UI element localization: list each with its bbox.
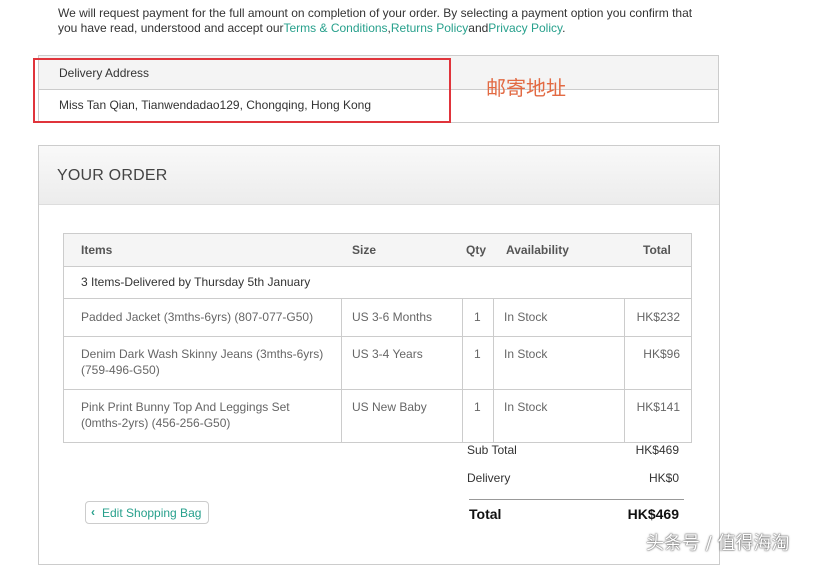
edit-shopping-bag-label: Edit Shopping Bag <box>102 506 202 520</box>
your-order-panel: YOUR ORDER Items Size Qty Availability T… <box>38 145 720 565</box>
privacy-policy-link[interactable]: Privacy Policy <box>488 21 562 35</box>
item-total: HK$141 <box>636 400 680 414</box>
payment-notice: We will request payment for the full amo… <box>58 6 698 36</box>
column-divider <box>462 299 463 442</box>
item-size: US 3-6 Months <box>352 310 433 324</box>
col-total: Total <box>643 243 671 257</box>
terms-link[interactable]: Terms & Conditions <box>284 21 388 35</box>
item-qty: 1 <box>474 310 481 324</box>
and-text: and <box>468 21 489 35</box>
highlight-box <box>33 58 451 123</box>
grand-total-label: Total <box>469 506 502 522</box>
col-availability: Availability <box>506 243 569 257</box>
item-name: Denim Dark Wash Skinny Jeans (3mths-6yrs… <box>81 347 324 377</box>
column-divider <box>341 299 342 442</box>
col-qty: Qty <box>466 243 487 257</box>
notice-end: . <box>562 21 566 35</box>
item-name: Padded Jacket (3mths-6yrs) (807-077-G50) <box>81 310 314 324</box>
grand-total-value: HK$469 <box>627 506 679 522</box>
order-header: YOUR ORDER <box>39 146 719 205</box>
item-total: HK$232 <box>636 310 680 324</box>
item-qty: 1 <box>474 400 481 414</box>
delivery-note-row: 3 Items-Delivered by Thursday 5th Januar… <box>64 267 691 299</box>
item-availability: In Stock <box>504 310 548 324</box>
item-availability: In Stock <box>504 347 548 361</box>
subtotal-value: HK$469 <box>635 443 679 457</box>
table-row: Pink Print Bunny Top And Leggings Set (0… <box>64 390 691 442</box>
col-size: Size <box>352 243 377 257</box>
delivery-note: 3 Items-Delivered by Thursday 5th Januar… <box>81 275 311 289</box>
watermark: 头条号 / 值得海淘 <box>646 533 790 554</box>
order-title: YOUR ORDER <box>57 167 168 184</box>
item-total: HK$96 <box>643 347 680 361</box>
delivery-cost-label: Delivery <box>467 471 511 485</box>
edit-shopping-bag-button[interactable]: ‹ Edit Shopping Bag <box>85 501 209 524</box>
item-size: US New Baby <box>352 400 427 414</box>
table-row: Padded Jacket (3mths-6yrs) (807-077-G50)… <box>64 299 691 337</box>
item-qty: 1 <box>474 347 481 361</box>
subtotal-label: Sub Total <box>467 443 517 457</box>
column-divider <box>624 299 625 442</box>
item-name: Pink Print Bunny Top And Leggings Set (0… <box>81 400 290 430</box>
table-header: Items Size Qty Availability Total <box>64 234 691 267</box>
column-divider <box>493 299 494 442</box>
item-size: US 3-4 Years <box>352 347 423 361</box>
total-divider <box>469 499 684 500</box>
item-availability: In Stock <box>504 400 548 414</box>
chevron-left-icon: ‹ <box>91 505 95 519</box>
address-annotation: 邮寄地址 <box>486 76 566 100</box>
order-table: Items Size Qty Availability Total 3 Item… <box>63 233 692 443</box>
delivery-cost-value: HK$0 <box>648 471 679 485</box>
col-items: Items <box>81 243 113 257</box>
table-row: Denim Dark Wash Skinny Jeans (3mths-6yrs… <box>64 337 691 390</box>
returns-policy-link[interactable]: Returns Policy <box>391 21 468 35</box>
